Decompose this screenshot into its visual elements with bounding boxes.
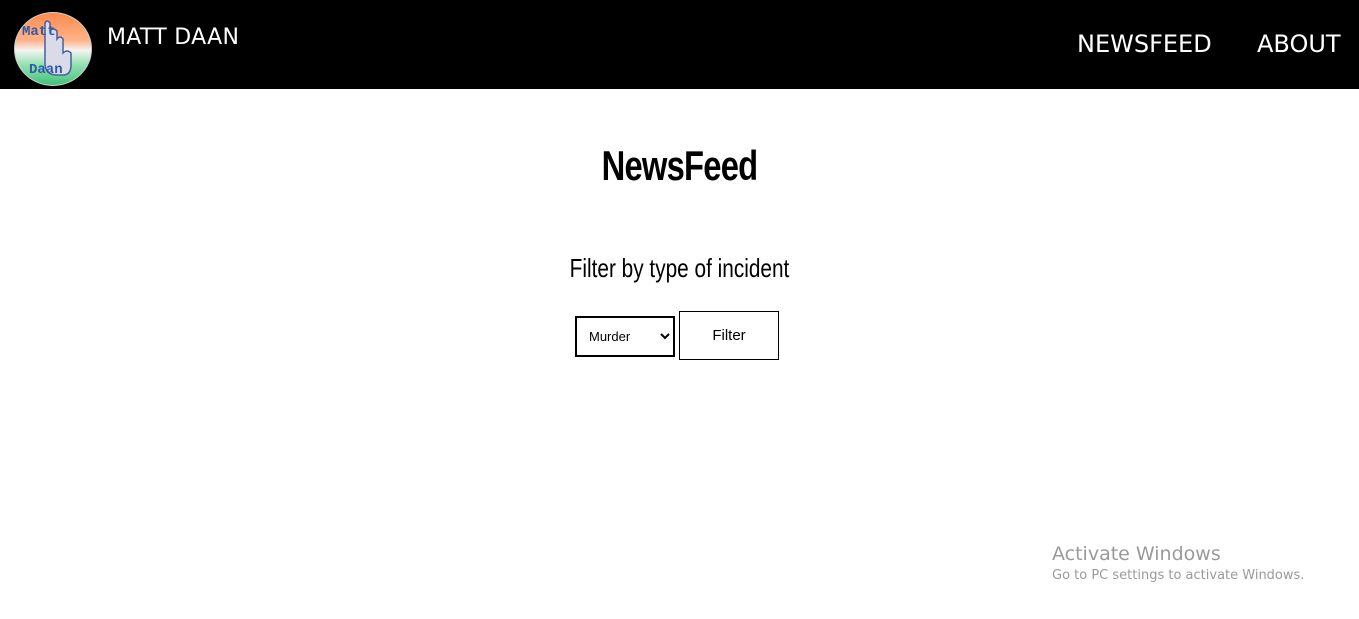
brand-name[interactable]: MATT DAAN [107,25,239,50]
top-navbar: Matt Daan MATT DAAN NEWSFEED ABOUT [0,0,1359,89]
filter-heading: Filter by type of incident [569,253,790,283]
windows-activation-title: Activate Windows [1052,543,1221,565]
nav-about-link[interactable]: ABOUT [1257,30,1341,58]
logo-text-bottom: Daan [29,62,63,78]
windows-activation-subtitle: Go to PC settings to activate Windows. [1052,568,1305,583]
page-title: NewsFeed [601,142,759,189]
logo-text-top: Matt [22,24,56,40]
filter-button[interactable]: Filter [679,311,779,360]
incident-type-select[interactable]: Murder [575,316,675,357]
nav-newsfeed-link[interactable]: NEWSFEED [1077,30,1212,58]
matt-daan-logo[interactable]: Matt Daan [14,12,92,86]
